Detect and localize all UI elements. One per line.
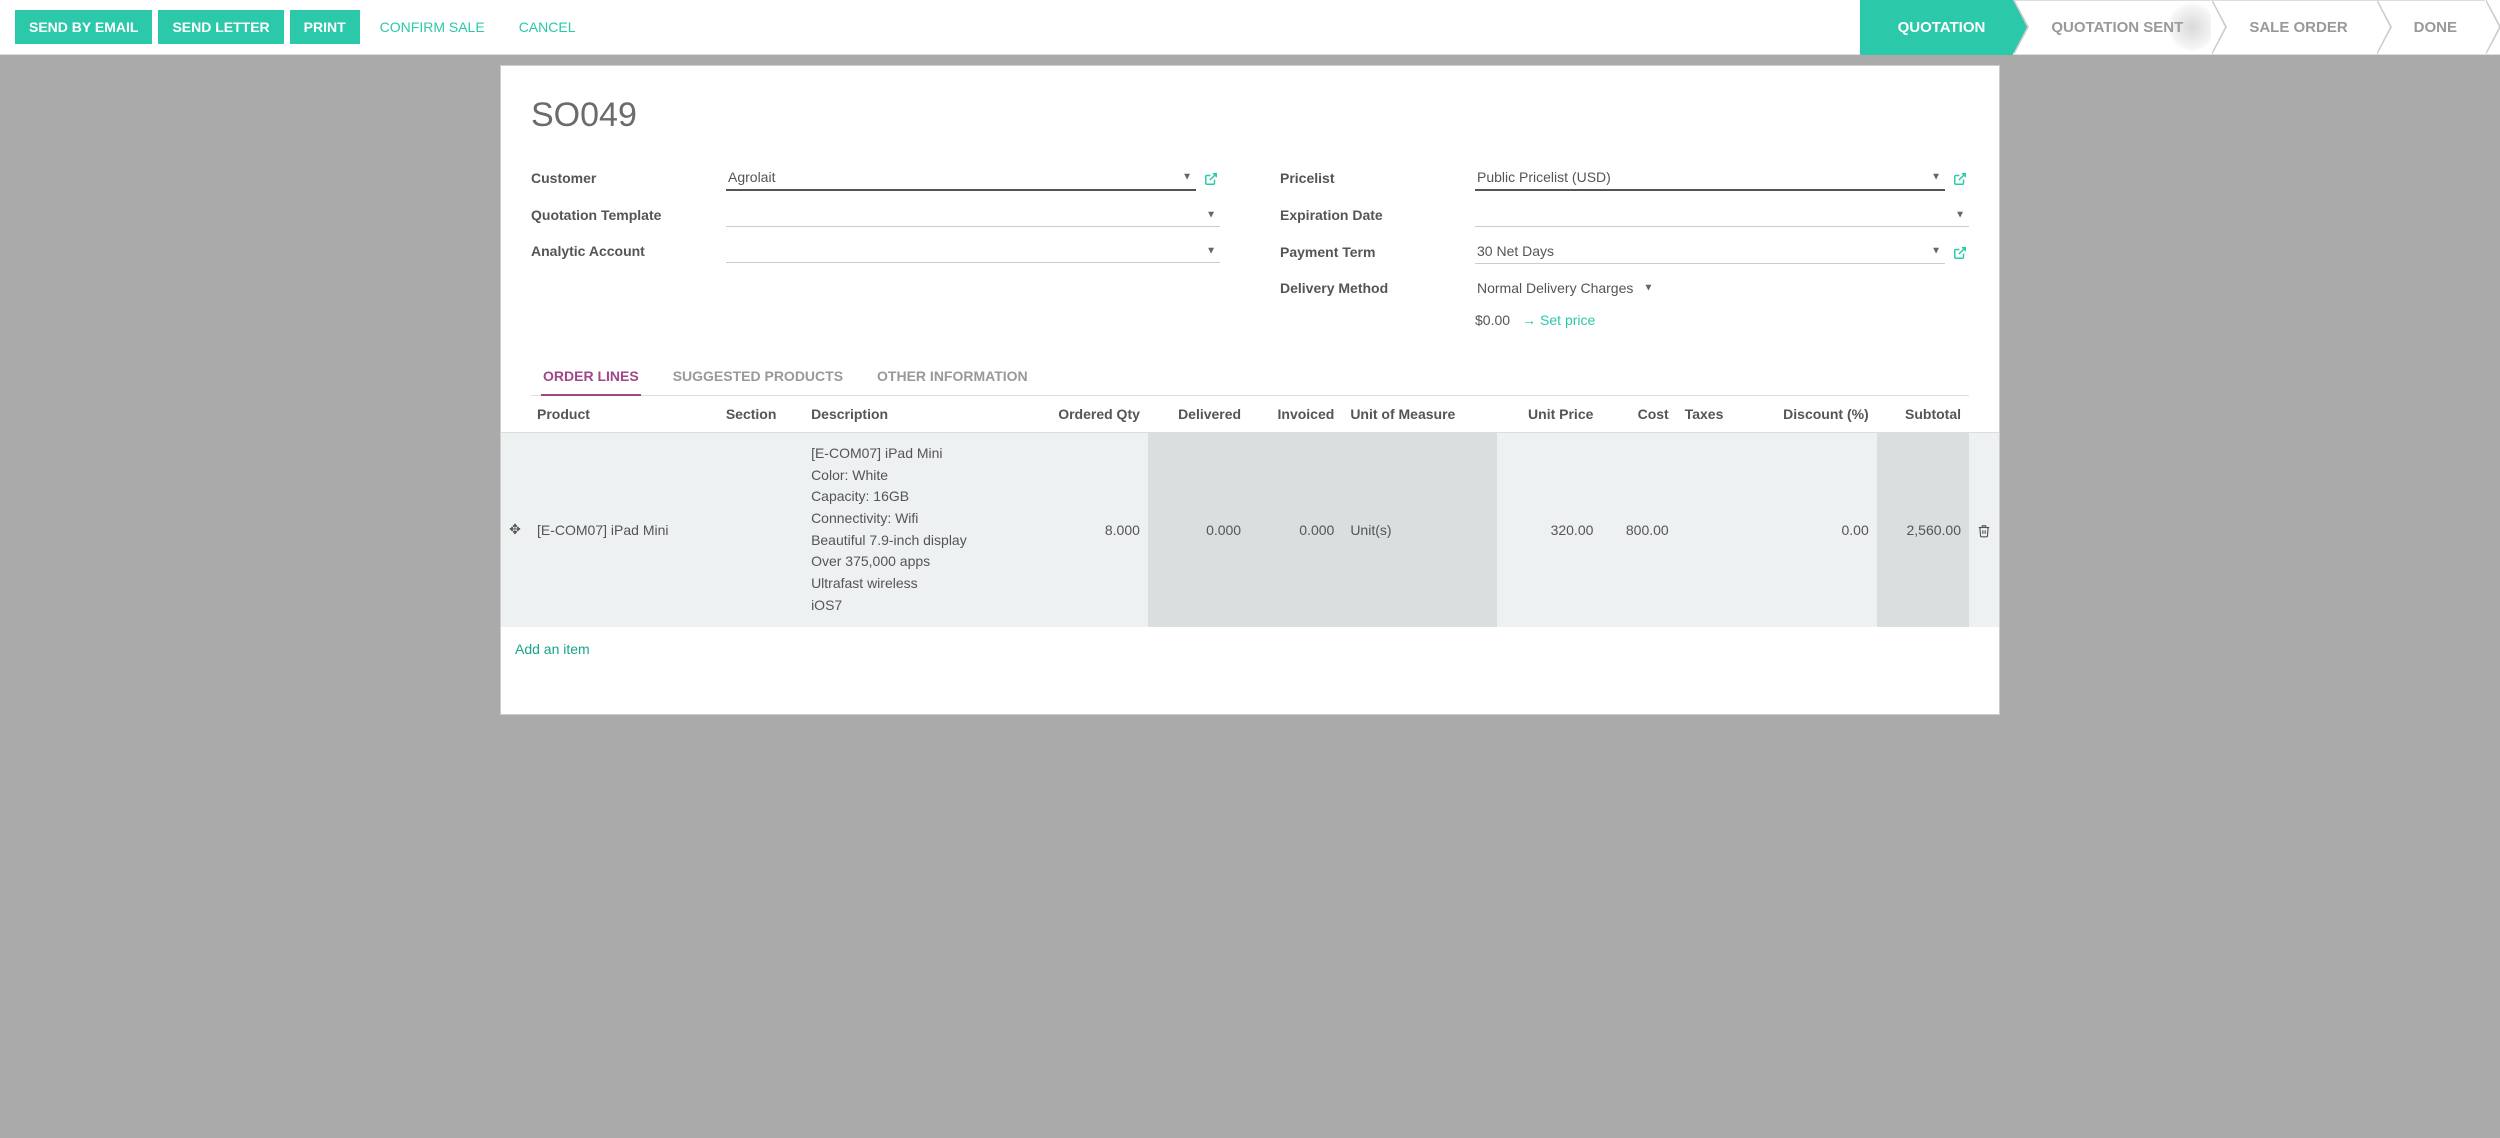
label-quotation-template: Quotation Template	[531, 207, 716, 223]
cell-uom: Unit(s)	[1342, 433, 1497, 627]
status-step-quotation-sent[interactable]: QUOTATION SENT	[2013, 0, 2211, 55]
send-by-email-button[interactable]: SEND BY EMAIL	[15, 10, 152, 44]
label-analytic-account: Analytic Account	[531, 243, 716, 259]
delivery-method-select[interactable]: Normal Delivery Charges ▼	[1475, 276, 1657, 300]
label-pricelist: Pricelist	[1280, 170, 1465, 186]
col-discount: Discount (%)	[1747, 396, 1877, 433]
external-link-icon[interactable]	[1202, 170, 1220, 186]
cell-ordered-qty[interactable]: 8.000	[1023, 433, 1148, 627]
pricelist-select[interactable]: Public Pricelist (USD) ▼	[1475, 165, 1945, 191]
status-step-quotation[interactable]: QUOTATION	[1860, 0, 2014, 55]
col-description: Description	[803, 396, 1023, 433]
label-delivery-method: Delivery Method	[1280, 280, 1465, 296]
chevron-down-icon: ▼	[1182, 172, 1192, 183]
cell-unit-price[interactable]: 320.00	[1497, 433, 1601, 627]
tab-suggested-products[interactable]: SUGGESTED PRODUCTS	[671, 358, 845, 396]
external-link-icon[interactable]	[1951, 170, 1969, 186]
col-delivered: Delivered	[1148, 396, 1249, 433]
col-unit-price: Unit Price	[1497, 396, 1601, 433]
tabs-bar: ORDER LINES SUGGESTED PRODUCTS OTHER INF…	[531, 358, 1969, 396]
action-toolbar: SEND BY EMAIL SEND LETTER PRINT CONFIRM …	[0, 0, 2500, 55]
drag-handle-icon[interactable]: ✥	[501, 433, 529, 627]
cell-product[interactable]: [E-COM07] iPad Mini	[529, 433, 718, 627]
confirm-sale-button[interactable]: CONFIRM SALE	[366, 10, 499, 44]
external-link-icon[interactable]	[1951, 243, 1969, 259]
label-payment-term: Payment Term	[1280, 244, 1465, 260]
arrow-right-icon: →	[1522, 312, 1536, 328]
chevron-down-icon: ▼	[1931, 246, 1941, 257]
print-button[interactable]: PRINT	[290, 10, 360, 44]
form-sheet: SO049 Customer Agrolait ▼	[500, 65, 2000, 715]
col-subtotal: Subtotal	[1877, 396, 1969, 433]
tab-other-information[interactable]: OTHER INFORMATION	[875, 358, 1030, 396]
col-invoiced: Invoiced	[1249, 396, 1342, 433]
cancel-button[interactable]: CANCEL	[505, 10, 590, 44]
expiration-date-input[interactable]: ▼	[1475, 203, 1969, 227]
table-row[interactable]: ✥ [E-COM07] iPad Mini [E-COM07] iPad Min…	[501, 433, 1999, 627]
col-taxes: Taxes	[1677, 396, 1747, 433]
col-uom: Unit of Measure	[1342, 396, 1497, 433]
status-step-sale-order[interactable]: SALE ORDER	[2211, 0, 2375, 55]
order-lines-table: Product Section Description Ordered Qty …	[501, 396, 1999, 627]
chevron-down-icon: ▼	[1931, 172, 1941, 183]
status-bar: QUOTATION QUOTATION SENT SALE ORDER DONE	[1860, 0, 2485, 55]
col-ordered-qty: Ordered Qty	[1023, 396, 1148, 433]
cell-subtotal: 2,560.00	[1877, 433, 1969, 627]
quotation-template-select[interactable]: ▼	[726, 203, 1220, 227]
delivery-price-value: $0.00	[1475, 312, 1510, 328]
status-step-done[interactable]: DONE	[2376, 0, 2485, 55]
cell-taxes[interactable]	[1677, 433, 1747, 627]
label-customer: Customer	[531, 170, 716, 186]
cell-delivered: 0.000	[1148, 433, 1249, 627]
set-price-button[interactable]: → Set price	[1522, 312, 1595, 328]
col-product: Product	[529, 396, 718, 433]
cell-invoiced: 0.000	[1249, 433, 1342, 627]
chevron-down-icon: ▼	[1643, 283, 1653, 294]
cell-discount[interactable]: 0.00	[1747, 433, 1877, 627]
send-letter-button[interactable]: SEND LETTER	[158, 10, 283, 44]
chevron-down-icon: ▼	[1206, 209, 1216, 220]
tab-order-lines[interactable]: ORDER LINES	[541, 358, 641, 396]
cell-cost[interactable]: 800.00	[1601, 433, 1676, 627]
record-title: SO049	[531, 96, 1969, 135]
payment-term-select[interactable]: 30 Net Days ▼	[1475, 239, 1945, 264]
label-expiration-date: Expiration Date	[1280, 207, 1465, 223]
chevron-down-icon: ▼	[1955, 209, 1965, 220]
col-cost: Cost	[1601, 396, 1676, 433]
add-item-link[interactable]: Add an item	[501, 627, 1999, 671]
chevron-down-icon: ▼	[1206, 245, 1216, 256]
customer-select[interactable]: Agrolait ▼	[726, 165, 1196, 191]
cell-section[interactable]	[718, 433, 803, 627]
delete-row-icon[interactable]	[1969, 433, 1999, 627]
analytic-account-select[interactable]: ▼	[726, 239, 1220, 263]
col-section: Section	[718, 396, 803, 433]
cell-description[interactable]: [E-COM07] iPad Mini Color: White Capacit…	[803, 433, 1023, 627]
